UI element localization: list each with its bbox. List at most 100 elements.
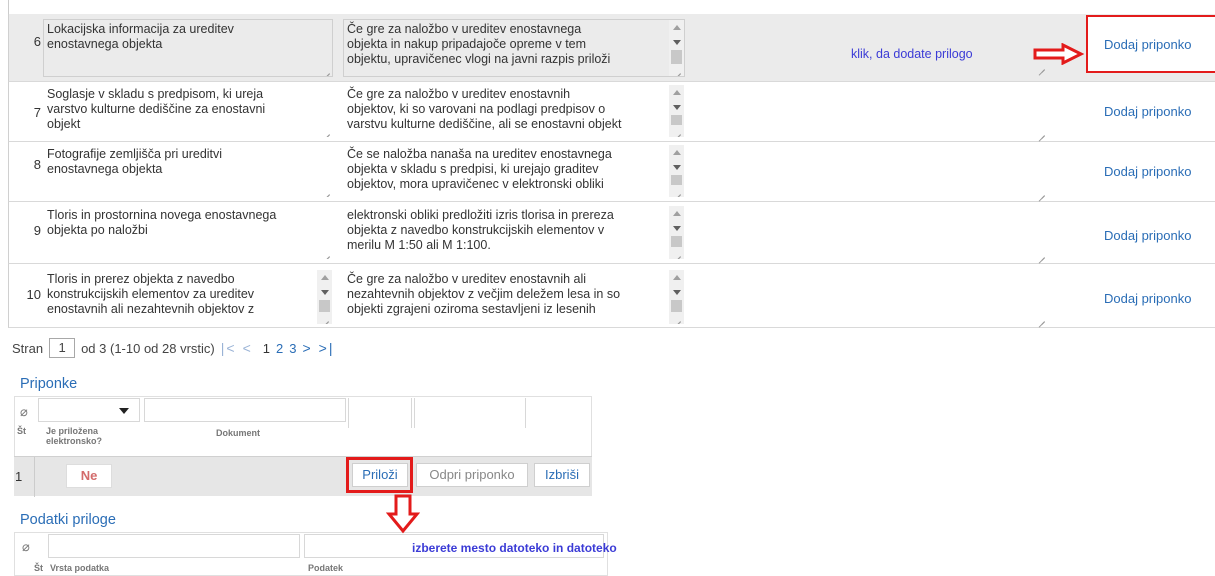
resize-grip-icon[interactable] [322, 127, 330, 135]
document-filter-input[interactable] [144, 398, 346, 422]
first-page-icon[interactable]: |< [221, 340, 237, 356]
table-row[interactable]: 6 Lokacijska informacija za ureditev eno… [8, 14, 1215, 82]
description-text: Če gre za naložbo v ureditev enostavnega… [347, 22, 611, 66]
scroll-down-icon[interactable] [673, 165, 681, 170]
table-row[interactable]: 9 Tloris in prostornina novega enostavne… [8, 202, 1215, 264]
next-page-icon[interactable]: > [302, 340, 312, 356]
annotation-select-file: izberete mesto datoteko in datoteko [412, 541, 617, 555]
page-link-1[interactable]: 1 [263, 341, 270, 356]
resize-grip-icon[interactable] [1037, 128, 1045, 136]
scroll-thumb[interactable] [671, 175, 682, 185]
pagination: Stran 1 od 3 (1-10 od 28 vrstic) |< < 1 … [12, 338, 334, 358]
col-header-electronic: Je priložena elektronsko? [46, 426, 103, 446]
add-attachment-link[interactable]: Dodaj priponko [1104, 37, 1191, 52]
description-text: Če gre za naložbo v ureditev enostavnih … [347, 87, 622, 131]
resize-grip-icon[interactable] [321, 314, 329, 322]
document-name-field[interactable]: Fotografije zemljišča pri ureditvi enost… [43, 144, 333, 198]
arrow-down-icon [386, 494, 420, 534]
document-name-field[interactable]: Lokacijska informacija za ureditev enost… [43, 19, 333, 77]
clear-filter-icon[interactable]: ⌀ [22, 539, 30, 555]
page-link-3[interactable]: 3 [289, 341, 296, 356]
col-header-st: Št [34, 563, 43, 573]
scroll-up-icon[interactable] [321, 275, 329, 280]
resize-grip-icon[interactable] [322, 249, 330, 257]
add-attachment-link[interactable]: Dodaj priponko [1104, 228, 1191, 243]
resize-grip-icon[interactable] [322, 66, 330, 74]
scroll-down-icon[interactable] [673, 226, 681, 231]
description-text: Če se naložba nanaša na ureditev enostav… [347, 147, 612, 191]
table-top-line [8, 0, 9, 14]
scroll-thumb[interactable] [671, 300, 682, 312]
scroll-thumb[interactable] [319, 300, 330, 312]
chevron-down-icon[interactable] [119, 408, 129, 414]
add-attachment-link[interactable]: Dodaj priponko [1104, 291, 1191, 306]
scroll-down-icon[interactable] [673, 290, 681, 295]
scroll-down-icon[interactable] [321, 290, 329, 295]
resize-grip-icon[interactable] [1037, 250, 1045, 258]
grid-column-separator [414, 398, 526, 428]
resize-grip-icon[interactable] [1037, 314, 1045, 322]
description-text: Če gre za naložbo v ureditev enostavnih … [347, 272, 621, 316]
description-field[interactable]: Če gre za naložbo v ureditev enostavnih … [343, 84, 685, 138]
row-number: 7 [33, 105, 41, 120]
scroll-down-icon[interactable] [673, 105, 681, 110]
prev-page-icon[interactable]: < [243, 340, 253, 356]
table-row[interactable]: 8 Fotografije zemljišča pri ureditvi eno… [8, 142, 1215, 202]
document-name-text: Tloris in prostornina novega enostavnega… [47, 208, 277, 237]
resize-grip-icon[interactable] [673, 127, 681, 135]
open-attachment-button[interactable]: Odpri priponko [416, 463, 528, 487]
resize-grip-icon[interactable] [673, 66, 681, 74]
add-attachment-link[interactable]: Dodaj priponko [1104, 104, 1191, 119]
resize-grip-icon[interactable] [1037, 188, 1045, 196]
col-header-document: Dokument [216, 428, 261, 438]
row-divider [34, 457, 35, 497]
arrow-right-icon [1033, 43, 1085, 65]
row-number: 6 [33, 34, 41, 49]
scroll-up-icon[interactable] [673, 25, 681, 30]
description-field[interactable]: Če gre za naložbo v ureditev enostavnih … [343, 269, 685, 325]
document-name-text: Lokacijska informacija za ureditev enost… [47, 22, 234, 51]
scroll-up-icon[interactable] [673, 211, 681, 216]
pager-summary: od 3 (1-10 od 28 vrstic) [81, 340, 215, 356]
page-input[interactable]: 1 [49, 338, 76, 358]
col-header-data: Podatek [308, 563, 344, 573]
row-number: 10 [26, 287, 41, 302]
table-row[interactable]: 7 Soglasje v skladu s predpisom, ki urej… [8, 82, 1215, 142]
last-page-icon[interactable]: >| [319, 340, 335, 356]
resize-grip-icon[interactable] [322, 187, 330, 195]
page-link-2[interactable]: 2 [276, 341, 283, 356]
attachment-data-title: Podatki priloge [20, 512, 116, 528]
description-field[interactable]: Če se naložba nanaša na ureditev enostav… [343, 144, 685, 198]
table-row[interactable]: 10 Tloris in prerez objekta z navedbo ko… [8, 264, 1215, 328]
row-number: 1 [15, 469, 23, 484]
description-field[interactable]: Če gre za naložbo v ureditev enostavnega… [343, 19, 685, 77]
scroll-thumb[interactable] [671, 236, 682, 247]
electronic-filter-select[interactable] [38, 398, 140, 422]
electronic-status-badge: Ne [66, 464, 112, 488]
row-number: 9 [33, 223, 41, 238]
attach-highlight [346, 457, 413, 493]
pager-prefix: Stran [12, 340, 44, 356]
document-name-field[interactable]: Tloris in prerez objekta z navedbo konst… [43, 269, 333, 325]
description-field[interactable]: elektronski obliki predložiti izris tlor… [343, 205, 685, 260]
resize-grip-icon[interactable] [673, 187, 681, 195]
scroll-up-icon[interactable] [673, 275, 681, 280]
add-attachment-link[interactable]: Dodaj priponko [1104, 164, 1191, 179]
document-name-text: Fotografije zemljišča pri ureditvi enost… [47, 147, 223, 176]
type-filter-input[interactable] [48, 534, 300, 558]
grid-column-separator [348, 398, 412, 428]
document-name-field[interactable]: Soglasje v skladu s predpisom, ki ureja … [43, 84, 333, 138]
clear-filter-icon[interactable]: ⌀ [20, 404, 28, 420]
scroll-up-icon[interactable] [673, 90, 681, 95]
scroll-down-icon[interactable] [673, 40, 681, 45]
scroll-thumb[interactable] [671, 50, 682, 64]
scroll-up-icon[interactable] [673, 150, 681, 155]
delete-button[interactable]: Izbriši [534, 463, 590, 487]
page: 6 Lokacijska informacija za ureditev eno… [0, 0, 1215, 576]
scroll-thumb[interactable] [671, 115, 682, 125]
resize-grip-icon[interactable] [673, 314, 681, 322]
document-name-field[interactable]: Tloris in prostornina novega enostavnega… [43, 205, 333, 260]
document-name-text: Soglasje v skladu s predpisom, ki ureja … [47, 87, 266, 131]
row-number: 8 [33, 157, 41, 172]
resize-grip-icon[interactable] [673, 249, 681, 257]
